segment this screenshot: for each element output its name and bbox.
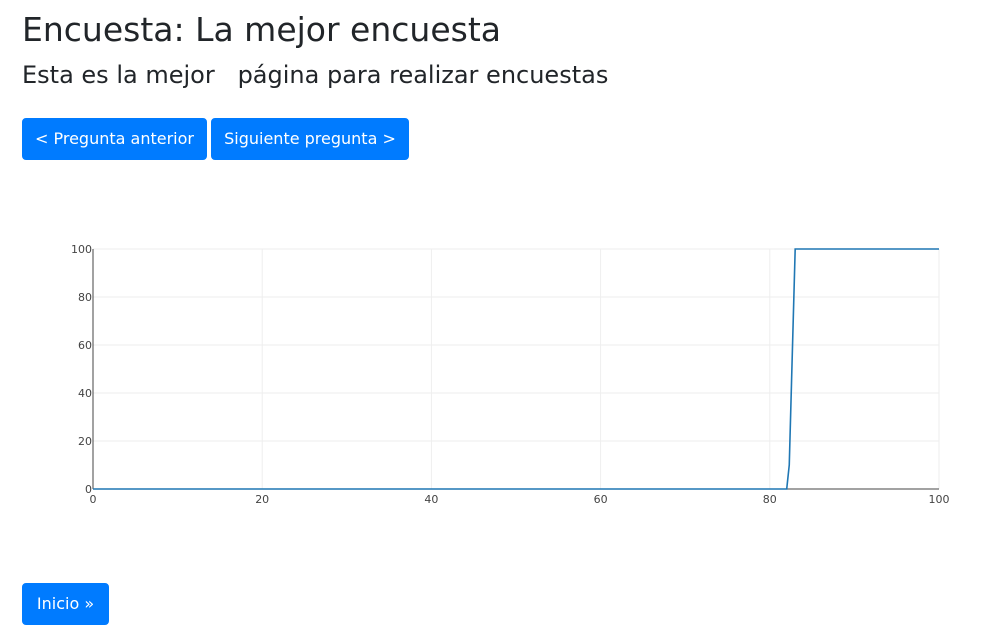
x-tick-label: 20 [255, 493, 269, 506]
y-tick-label: 100 [71, 243, 92, 256]
home-button[interactable]: Inicio » [22, 583, 109, 625]
next-question-button[interactable]: Siguiente pregunta > [211, 118, 409, 160]
series-line [93, 248, 939, 490]
y-tick-label: 0 [85, 483, 92, 496]
x-tick-label: 100 [929, 493, 950, 506]
page-subtitle: Esta es la mejor página para realizar en… [22, 61, 609, 89]
x-tick-label: 60 [594, 493, 608, 506]
y-tick-label: 80 [78, 291, 92, 304]
y-tick-label: 40 [78, 387, 92, 400]
x-tick-label: 80 [763, 493, 777, 506]
previous-question-button[interactable]: < Pregunta anterior [22, 118, 207, 160]
page-title: Encuesta: La mejor encuesta [22, 10, 501, 49]
y-tick-label: 20 [78, 435, 92, 448]
x-tick-label: 40 [424, 493, 438, 506]
y-tick-label: 60 [78, 339, 92, 352]
results-chart: 0 20 40 60 80 100020406080100 [71, 243, 950, 506]
